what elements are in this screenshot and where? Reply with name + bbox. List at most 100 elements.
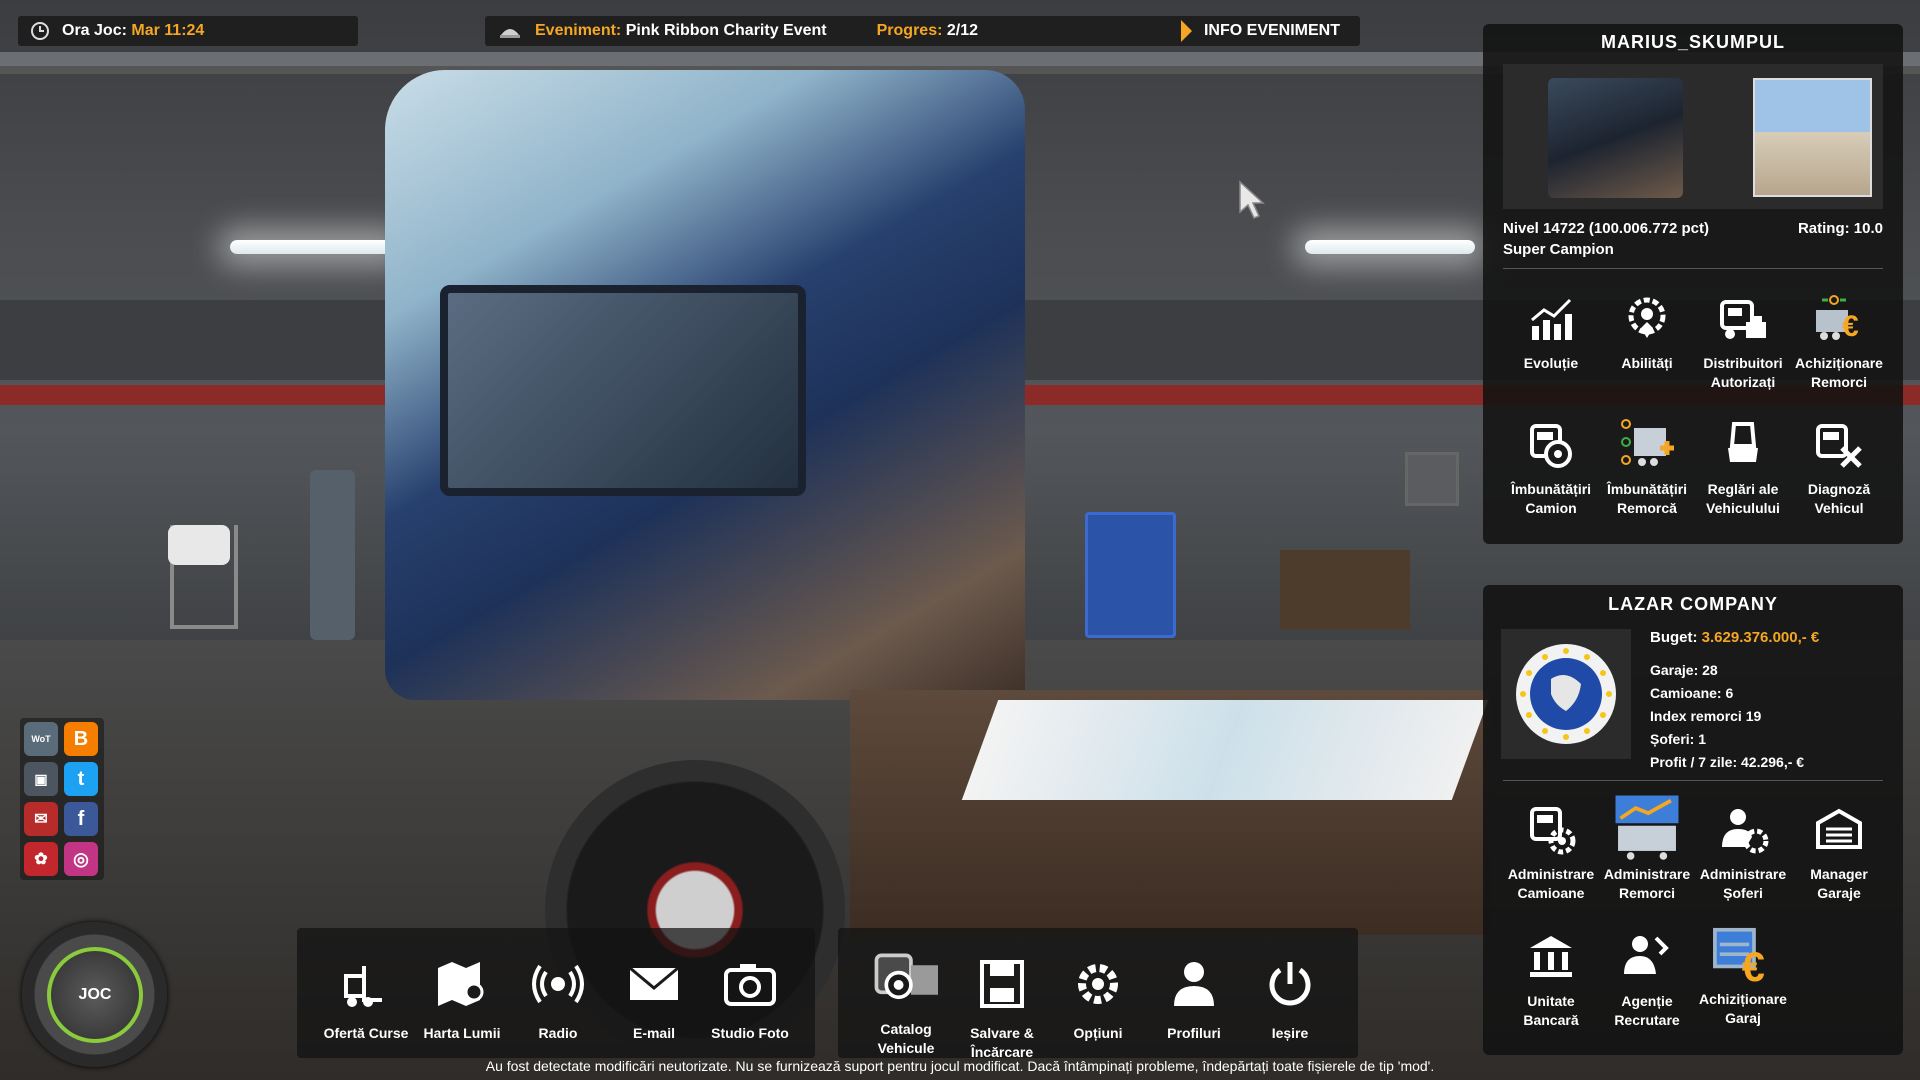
bank-button[interactable]: Unitate Bancară <box>1503 930 1599 1030</box>
buy-garage-button[interactable]: € Achiziționare Garaj <box>1695 920 1791 1028</box>
clock-value: Mar 11:24 <box>131 22 205 39</box>
mail-icon <box>629 966 679 1000</box>
forum-icon[interactable]: ✉ <box>24 802 58 836</box>
truck-upgrades-button[interactable]: Îmbunătățiri Camion <box>1503 418 1599 518</box>
map-icon <box>438 962 484 1006</box>
garage-manager-button[interactable]: Manager Garaje <box>1791 803 1887 903</box>
email-button[interactable]: E-mail <box>606 958 702 1043</box>
truck-upgrades-label-2: Camion <box>1525 500 1577 516</box>
manage-trailers-label-2: Remorci <box>1618 885 1676 901</box>
vehicle-catalog-button[interactable]: Catalog Vehicule <box>858 948 954 1058</box>
dock-right: Catalog Vehicule Salvare & Încărcare Opț… <box>838 928 1358 1060</box>
photo-studio-button[interactable]: Studio Foto <box>702 958 798 1043</box>
stat-profit: Profit / 7 zile: 42.296,- € <box>1650 754 1805 770</box>
steam-truck-icon[interactable]: ▣ <box>24 762 58 796</box>
dealers-label-1: Distribuitori <box>1703 355 1783 371</box>
scs-logo-icon[interactable]: ✿ <box>24 842 58 876</box>
play-arrow-icon <box>1180 20 1192 42</box>
power-icon <box>1269 962 1311 1006</box>
profile-name: MARIUS_SKUMPUL <box>1600 32 1785 52</box>
manage-drivers-button[interactable]: Administrare Șoferi <box>1695 803 1791 903</box>
skills-button[interactable]: Abilități <box>1599 292 1695 373</box>
profile-truck-image[interactable] <box>1548 78 1683 198</box>
instagram-icon[interactable]: ◎ <box>64 842 98 876</box>
exit-label: Ieșire <box>1271 1025 1309 1041</box>
buy-trailers-label-2: Remorci <box>1810 374 1868 390</box>
radio-button[interactable]: Radio <box>510 958 606 1043</box>
stat-garages: Garaje: 28 <box>1650 662 1718 678</box>
buy-garage-icon: € <box>1713 927 1765 986</box>
company-logo[interactable] <box>1501 629 1631 759</box>
world-map-label: Harta Lumii <box>423 1025 501 1041</box>
clock-icon <box>31 22 49 40</box>
truck-upgrade-icon <box>1530 424 1572 468</box>
company-panel: LAZAR COMPANY Buget: 3.629.376.000,- € G… <box>1483 585 1903 1055</box>
recruit-icon <box>1624 936 1669 974</box>
trailer-upgrades-label-1: Îmbunătățiri <box>1606 481 1688 497</box>
twitter-icon[interactable]: t <box>64 762 98 796</box>
trailer-upgrade-icon <box>1621 419 1674 466</box>
exit-button[interactable]: Ieșire <box>1242 958 1338 1043</box>
eu-globe-icon <box>1516 644 1616 744</box>
vehicle-catalog-label-2: Vehicule <box>877 1040 935 1056</box>
job-offers-label: Ofertă Curse <box>323 1025 409 1041</box>
job-offers-button[interactable]: Ofertă Curse <box>318 958 414 1043</box>
level-text: Nivel 14722 (100.006.772 pct) <box>1503 220 1709 237</box>
budget-value: 3.629.376.000,- € <box>1701 629 1820 646</box>
trailer-upgrades-button[interactable]: Îmbunătățiri Remorcă <box>1599 418 1695 518</box>
rank-text: Super Campion <box>1503 241 1614 258</box>
seat-adjust-icon <box>1728 422 1758 462</box>
radio-label: Radio <box>538 1025 578 1041</box>
bank-label-2: Bancară <box>1523 1012 1579 1028</box>
trailer-upgrades-label-2: Remorcă <box>1617 500 1677 516</box>
world-map-button[interactable]: Harta Lumii <box>414 958 510 1043</box>
vehicle-catalog-icon <box>874 953 938 1000</box>
avatar[interactable] <box>1753 78 1872 197</box>
trailer-manage-icon <box>1615 795 1679 860</box>
profile-images-box <box>1503 64 1883 209</box>
vehicle-adjust-button[interactable]: Reglări ale Vehiculului <box>1695 418 1791 518</box>
buy-trailers-button[interactable]: € Achiziționare Remorci <box>1791 292 1887 392</box>
evolution-button[interactable]: Evoluție <box>1503 292 1599 373</box>
profiles-label: Profiluri <box>1167 1025 1221 1041</box>
garage-icon <box>1816 808 1862 849</box>
profiles-button[interactable]: Profiluri <box>1146 958 1242 1043</box>
stat-drivers: Șoferi: 1 <box>1650 731 1707 747</box>
vehicle-adjust-label-2: Vehiculului <box>1706 500 1780 516</box>
options-button[interactable]: Opțiuni <box>1050 958 1146 1043</box>
clock-label: Ora Joc: <box>62 22 127 39</box>
driver-manage-icon <box>1722 809 1769 854</box>
save-icon <box>980 960 1024 1008</box>
profile-panel: MARIUS_SKUMPUL Nivel 14722 (100.006.772 … <box>1483 24 1903 544</box>
chart-up-icon <box>1531 298 1572 340</box>
buy-garage-label-2: Garaj <box>1725 1010 1761 1026</box>
dealers-button[interactable]: Distribuitori Autorizați <box>1695 292 1791 392</box>
world-of-trucks-icon[interactable]: WoT <box>24 722 58 756</box>
company-stats: Garaje: 28 Camioane: 6 Index remorci 19 … <box>1650 659 1804 774</box>
manage-trucks-label-1: Administrare <box>1507 866 1595 882</box>
vehicle-diagnosis-button[interactable]: Diagnoză Vehicul <box>1791 418 1887 518</box>
facebook-icon[interactable]: f <box>64 802 98 836</box>
save-load-button[interactable]: Salvare & Încărcare <box>954 958 1050 1062</box>
garage-manager-label-1: Manager <box>1810 866 1868 882</box>
manage-trucks-button[interactable]: Administrare Camioane <box>1503 803 1599 903</box>
manage-trailers-label-1: Administrare <box>1603 866 1691 882</box>
company-name: LAZAR COMPANY <box>1608 594 1778 614</box>
vehicle-adjust-label-1: Reglări ale <box>1707 481 1779 497</box>
forklift-icon <box>344 966 382 1007</box>
buy-garage-label-1: Achiziționare <box>1699 991 1787 1007</box>
recruitment-button[interactable]: Agenție Recrutare <box>1599 930 1695 1030</box>
game-clock-bar: Ora Joc: Mar 11:24 <box>18 16 358 46</box>
manage-drivers-label-2: Șoferi <box>1723 885 1763 901</box>
blogger-icon[interactable]: B <box>64 722 98 756</box>
svg-text:€: € <box>1742 943 1765 986</box>
mod-warning-text: Au fost detectate modificări neutorizate… <box>485 1058 1435 1074</box>
bank-label-1: Unitate <box>1527 993 1575 1009</box>
joc-button[interactable]: JOC <box>22 922 167 1067</box>
garage-manager-label-2: Garaje <box>1817 885 1861 901</box>
manage-trailers-button[interactable]: Administrare Remorci <box>1599 793 1695 903</box>
options-label: Opțiuni <box>1073 1025 1123 1041</box>
info-event-button[interactable]: INFO EVENIMENT <box>1180 20 1340 42</box>
dock-left: Ofertă Curse Harta Lumii Radio E-mail St… <box>297 928 815 1058</box>
stat-trucks: Camioane: 6 <box>1650 685 1734 701</box>
